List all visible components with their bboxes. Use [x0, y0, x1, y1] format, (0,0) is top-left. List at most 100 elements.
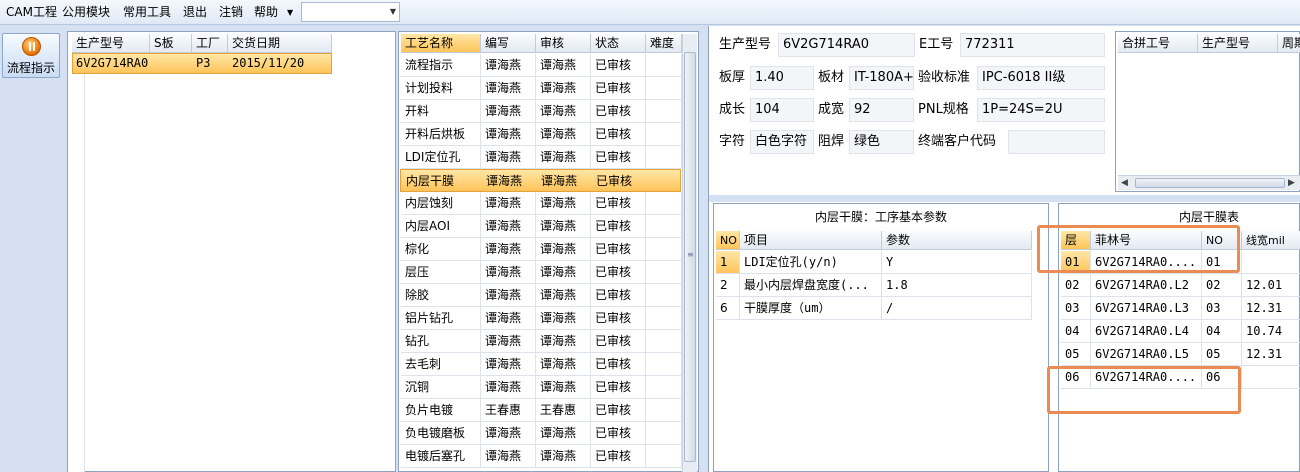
table-row[interactable]: 层压 谭海燕 谭海燕 已审核: [399, 261, 682, 284]
field-thickness[interactable]: 1.40: [750, 66, 814, 90]
table-row[interactable]: 流程指示 谭海燕 谭海燕 已审核: [399, 54, 682, 77]
orders-header-model[interactable]: 生产型号: [72, 34, 150, 53]
order-date: 2015/11/20: [232, 56, 305, 70]
table-row[interactable]: 负片电镀 王春惠 王春惠 已审核: [399, 399, 682, 422]
table-row[interactable]: 04 6V2G714RA0.L4 04 10.74: [1059, 320, 1300, 343]
menu-overflow-arrow-icon[interactable]: ▼: [287, 0, 293, 25]
orders-header-factory[interactable]: 工厂: [192, 34, 228, 53]
menu-logout[interactable]: 注销: [219, 0, 243, 25]
param-value: 1.8: [882, 274, 1032, 297]
chevron-down-icon[interactable]: ▼: [390, 3, 396, 21]
table-row[interactable]: 03 6V2G714RA0.L3 03 12.31: [1059, 297, 1300, 320]
info-form: 生产型号 6V2G714RA0 E工号 772311 板厚 1.40 板材 IT…: [709, 27, 1109, 195]
process-author: 王春惠: [481, 399, 536, 422]
process-header-status[interactable]: 状态: [591, 34, 646, 53]
process-difficulty: [646, 146, 682, 169]
field-standard[interactable]: IPC-6018 II级: [977, 66, 1105, 90]
params-header-no[interactable]: NO: [716, 231, 740, 250]
merge-header-job[interactable]: 合拼工号: [1118, 34, 1198, 53]
process-author: 谭海燕: [481, 146, 536, 169]
scrollbar-thumb[interactable]: ≡: [684, 52, 696, 462]
table-row[interactable]: 去毛刺 谭海燕 谭海燕 已审核: [399, 353, 682, 376]
table-row[interactable]: 02 6V2G714RA0.L2 02 12.01: [1059, 274, 1300, 297]
field-material[interactable]: IT-180A+: [849, 66, 914, 90]
field-solder-mask[interactable]: 绿色: [849, 130, 914, 154]
menu-exit[interactable]: 退出: [183, 0, 207, 25]
menu-cam-project[interactable]: CAM工程: [6, 0, 57, 25]
flow-indicator-button[interactable]: 流程指示: [2, 33, 60, 78]
process-name: 内层蚀刻: [401, 192, 481, 215]
layer-line-width: [1242, 366, 1300, 389]
process-header-author[interactable]: 编写: [481, 34, 536, 53]
process-name: 开料后烘板: [401, 123, 481, 146]
process-scrollbar[interactable]: ≡: [682, 34, 697, 472]
field-model[interactable]: 6V2G714RA0: [778, 33, 915, 57]
process-header-reviewer[interactable]: 审核: [536, 34, 591, 53]
layers-header-linewidth[interactable]: 线宽mil: [1242, 231, 1300, 250]
menu-help[interactable]: 帮助: [254, 0, 278, 25]
table-row[interactable]: 铝片钻孔 谭海燕 谭海燕 已审核: [399, 307, 682, 330]
table-row[interactable]: 内层AOI 谭海燕 谭海燕 已审核: [399, 215, 682, 238]
merge-header-cycle[interactable]: 周期: [1278, 34, 1300, 53]
params-header-item[interactable]: 项目: [740, 231, 882, 250]
table-row[interactable]: 钻孔 谭海燕 谭海燕 已审核: [399, 330, 682, 353]
param-item: LDI定位孔(y/n): [740, 251, 882, 274]
field-customer-code[interactable]: [1008, 130, 1105, 154]
process-author: 谭海燕: [486, 174, 523, 188]
process-status: 已审核: [591, 77, 646, 100]
layer-film-no: 6V2G714RA0.L4: [1091, 320, 1202, 343]
table-row[interactable]: 电镀后塞孔 谭海燕 谭海燕 已审核: [399, 445, 682, 468]
table-row[interactable]: 1 LDI定位孔(y/n) Y: [714, 251, 1034, 274]
splitter[interactable]: [709, 195, 1300, 202]
scroll-left-icon[interactable]: ◀: [1121, 177, 1128, 189]
layer-no: 03: [1202, 297, 1242, 320]
row-indicator-column: [68, 32, 85, 472]
process-author: 谭海燕: [481, 261, 536, 284]
field-pnl[interactable]: 1P=24S=2U: [977, 98, 1105, 122]
process-name: 流程指示: [401, 54, 481, 77]
table-row[interactable]: 棕化 谭海燕 谭海燕 已审核: [399, 238, 682, 261]
scroll-right-icon[interactable]: ▶: [1288, 177, 1295, 189]
table-row[interactable]: 开料 谭海燕 谭海燕 已审核: [399, 100, 682, 123]
table-row[interactable]: 开料后烘板 谭海燕 谭海燕 已审核: [399, 123, 682, 146]
scrollbar-thumb[interactable]: [1135, 178, 1285, 188]
field-e-number[interactable]: 772311: [960, 33, 1105, 57]
menu-combo-box[interactable]: ▼: [301, 2, 400, 22]
order-factory: P3: [196, 56, 211, 70]
label-solder-mask: 阻焊: [818, 134, 845, 149]
params-title: 内层干膜：工序基本参数: [814, 210, 947, 224]
pause-icon: [22, 37, 41, 56]
process-status: 已审核: [591, 284, 646, 307]
table-row[interactable]: 除胶 谭海燕 谭海燕 已审核: [399, 284, 682, 307]
process-difficulty: [646, 399, 682, 422]
left-toolbar: [0, 26, 64, 472]
process-author: 谭海燕: [481, 376, 536, 399]
table-row[interactable]: 6V2G714RA0 P3 2015/11/20: [72, 53, 332, 74]
layer-no: 05: [1202, 343, 1242, 366]
merge-hscrollbar[interactable]: ◀ ▶: [1118, 175, 1300, 190]
orders-header-date[interactable]: 交货日期: [228, 34, 332, 53]
table-row[interactable]: 负电镀磨板 谭海燕 谭海燕 已审核: [399, 422, 682, 445]
table-row[interactable]: 05 6V2G714RA0.L5 05 12.31: [1059, 343, 1300, 366]
table-row[interactable]: 计划投料 谭海燕 谭海燕 已审核: [399, 77, 682, 100]
menu-common-tools[interactable]: 常用工具: [123, 0, 171, 25]
orders-header-s[interactable]: S板: [150, 34, 192, 53]
params-header-value[interactable]: 参数: [882, 231, 1032, 250]
process-status: 已审核: [591, 100, 646, 123]
process-header-difficulty[interactable]: 难度: [646, 34, 682, 53]
field-width[interactable]: 92: [849, 98, 914, 122]
table-row[interactable]: 沉铜 谭海燕 谭海燕 已审核: [399, 376, 682, 399]
process-header-name[interactable]: 工艺名称: [401, 34, 481, 53]
table-row[interactable]: 2 最小内层焊盘宽度(... 1.8: [714, 274, 1034, 297]
process-status: 已审核: [591, 445, 646, 468]
field-legend[interactable]: 白色字符: [750, 130, 814, 154]
layer-line-width: 12.31: [1242, 297, 1300, 320]
table-row[interactable]: 6 干膜厚度（um） /: [714, 297, 1034, 320]
merge-header-model[interactable]: 生产型号: [1198, 34, 1278, 53]
table-row[interactable]: 内层干膜 谭海燕 谭海燕 已审核: [400, 169, 681, 192]
field-length[interactable]: 104: [750, 98, 814, 122]
orders-panel: 生产型号 S板 工厂 交货日期 6V2G714RA0 P3 2015/11/20: [67, 31, 396, 472]
table-row[interactable]: LDI定位孔 谭海燕 谭海燕 已审核: [399, 146, 682, 169]
menu-common-modules[interactable]: 公用模块: [62, 0, 110, 25]
table-row[interactable]: 内层蚀刻 谭海燕 谭海燕 已审核: [399, 192, 682, 215]
